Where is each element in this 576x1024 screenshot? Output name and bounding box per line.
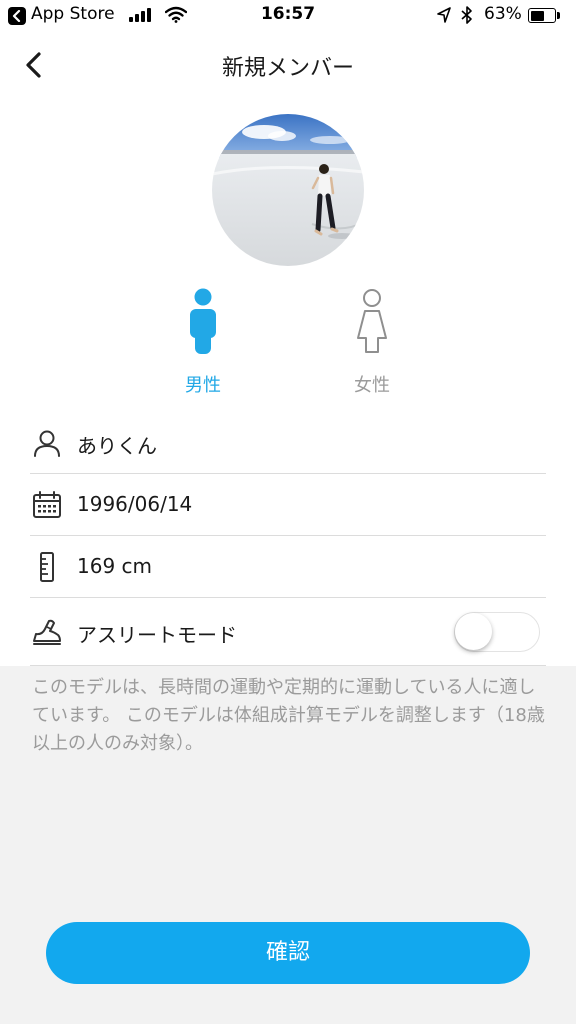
battery-percent: 63% [484, 4, 522, 24]
status-bar: App Store 16:57 63% [0, 0, 576, 32]
bluetooth-icon [461, 6, 472, 24]
athlete-mode-label: アスリートモード [77, 623, 237, 647]
battery-fill [530, 10, 545, 21]
name-field[interactable]: ありくん [77, 430, 157, 459]
athlete-mode-description: このモデルは、長時間の運動や定期的に運動している人に適しています。 このモデルは… [32, 677, 545, 754]
new-member-screen: App Store 16:57 63% 新規メンバー 男性 女性 ありくん 19… [0, 0, 576, 1024]
page-title: 新規メンバー [221, 56, 354, 81]
female-icon [357, 289, 387, 353]
ruler-icon [40, 552, 54, 582]
athlete-mode-toggle[interactable] [454, 612, 540, 652]
birthday-field[interactable]: 1996/06/14 [77, 492, 192, 516]
toggle-knob [455, 613, 492, 650]
male-icon [190, 288, 216, 354]
gender-female-option[interactable]: 女性 [317, 284, 427, 399]
calendar-icon [33, 491, 61, 518]
gender-male-label: 男性 [185, 375, 221, 396]
footer-area: このモデルは、長時間の運動や定期的に運動している人に適しています。 このモデルは… [0, 666, 576, 1024]
gender-male-option[interactable]: 男性 [148, 284, 258, 399]
profile-photo [212, 114, 364, 266]
confirm-button[interactable]: 確認 [46, 922, 530, 984]
person-icon [34, 430, 60, 457]
height-row[interactable]: 169 cm [30, 536, 546, 598]
battery-icon [528, 8, 556, 23]
gender-female-label: 女性 [354, 375, 390, 396]
shoe-icon [33, 619, 61, 645]
birthday-row[interactable]: 1996/06/14 [30, 474, 546, 536]
height-field[interactable]: 169 cm [77, 554, 152, 578]
battery-cap [557, 12, 560, 19]
name-row[interactable]: ありくん [30, 412, 546, 474]
athlete-mode-row: アスリートモード [30, 598, 546, 666]
location-arrow-icon [437, 7, 451, 23]
avatar[interactable] [212, 114, 364, 266]
